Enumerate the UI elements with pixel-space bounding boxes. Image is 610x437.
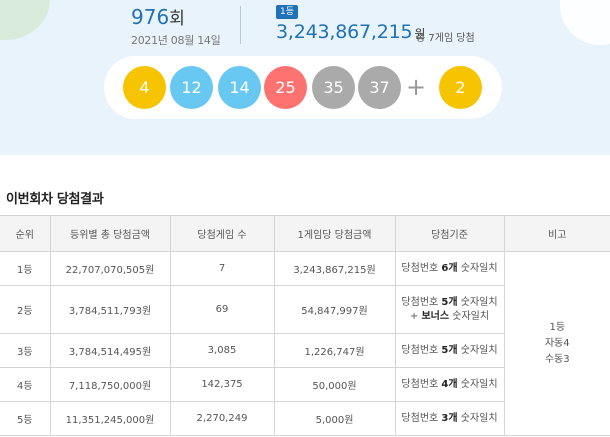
rank-cell: 4등: [0, 367, 51, 402]
total-prize-cell: 22,707,070,505원: [49, 251, 171, 286]
section-title: 이번회차 당첨결과: [6, 192, 104, 207]
plus-sign: +: [406, 73, 427, 101]
per-game-prize-cell: 50,000원: [273, 367, 396, 402]
per-game-prize-cell: 5,000원: [273, 401, 396, 436]
header-note: 비고: [503, 215, 610, 252]
criteria-text: 숫자일치: [457, 296, 498, 308]
winning-games-cell: 7: [169, 251, 275, 286]
header-winning-games: 당첨게임 수: [169, 215, 275, 252]
criteria-text: 숫자일치: [457, 262, 498, 274]
winning-ball-2: 12: [170, 66, 213, 109]
criteria-text: +: [409, 310, 422, 322]
winning-ball-6: 37: [358, 66, 401, 109]
winning-games-cell: 69: [169, 285, 275, 334]
round-number: 976: [131, 5, 170, 29]
header-total-prize: 등위별 총 당첨금액: [49, 215, 171, 252]
criteria-cell: 당첨번호 5개 숫자일치: [394, 333, 504, 368]
note-cell: 1등자동4 수동3: [503, 251, 610, 436]
criteria-text: 당첨번호: [401, 296, 442, 308]
winning-ball-4: 25: [264, 66, 307, 109]
first-prize-amount: 3,243,867,215: [276, 21, 413, 43]
total-prize-cell: 7,118,750,000원: [49, 367, 171, 402]
total-prize-cell: 3,784,511,793원: [49, 285, 171, 334]
bonus-ball: 2: [439, 66, 482, 109]
winning-ball-3: 14: [218, 66, 261, 109]
winning-games-cell: 2,270,249: [169, 401, 275, 436]
criteria-count: 5개: [441, 296, 458, 308]
per-game-prize-cell: 3,243,867,215원: [273, 251, 396, 286]
note-line: 1등: [549, 321, 566, 333]
criteria-text: 당첨번호: [401, 412, 442, 424]
criteria-cell: 당첨번호 4개 숫자일치: [394, 367, 504, 402]
first-prize: 3,243,867,215 원: [276, 21, 425, 43]
criteria-bonus: 보너스: [421, 310, 450, 322]
criteria-count: 5개: [441, 344, 458, 356]
total-prize-cell: 3,784,514,495원: [49, 333, 171, 368]
criteria-count: 4개: [441, 378, 458, 390]
criteria-text: 숫자일치: [457, 344, 498, 356]
per-game-prize-cell: 1,226,747원: [273, 333, 396, 368]
criteria-text: 당첨번호: [401, 378, 442, 390]
note-line: 수동3: [544, 353, 570, 365]
winning-numbers: 4 12 14 25 35 37 + 2: [104, 56, 502, 119]
header-criteria: 당첨기준: [394, 215, 505, 252]
per-game-prize-cell: 54,847,997원: [273, 285, 396, 334]
criteria-count: 6개: [441, 262, 458, 274]
winning-games-cell: 142,375: [169, 367, 275, 402]
first-prize-games: 총 7게임 당첨: [416, 33, 475, 44]
winning-games-cell: 3,085: [169, 333, 275, 368]
rank-cell: 3등: [0, 333, 51, 368]
criteria-count: 3개: [441, 412, 458, 424]
criteria-cell: 당첨번호 3개 숫자일치: [394, 401, 504, 436]
rank-cell: 2등: [0, 285, 51, 334]
rank-cell: 1등: [0, 251, 51, 286]
winning-ball-1: 4: [123, 66, 166, 109]
criteria-cell: 당첨번호 5개 숫자일치 + 보너스 숫자일치: [394, 285, 504, 334]
criteria-cell: 당첨번호 6개 숫자일치: [394, 251, 505, 286]
winning-ball-5: 35: [312, 66, 355, 109]
table-row: 1등 22,707,070,505원 7 3,243,867,215원 당첨번호…: [0, 251, 610, 436]
criteria-text: 숫자일치: [457, 378, 498, 390]
criteria-text: 당첨번호: [401, 344, 442, 356]
round-title: 976회: [131, 4, 185, 29]
draw-date: 2021년 08월 14일: [131, 34, 221, 47]
criteria-text: 숫자일치: [449, 310, 490, 322]
first-rank-badge: 1등: [276, 5, 298, 19]
header-rank: 순위: [0, 215, 51, 252]
divider: [240, 6, 241, 44]
total-prize-cell: 11,351,245,000원: [49, 401, 171, 436]
table-header-row: 순위 등위별 총 당첨금액 당첨게임 수 1게임당 당첨금액 당첨기준 비고: [0, 215, 610, 252]
results-table: 순위 등위별 총 당첨금액 당첨게임 수 1게임당 당첨금액 당첨기준 비고 1…: [0, 215, 610, 436]
header-per-game-prize: 1게임당 당첨금액: [273, 215, 396, 252]
rank-cell: 5등: [0, 401, 51, 436]
decorative-blob: [560, 0, 610, 45]
criteria-text: 숫자일치: [457, 412, 498, 424]
decorative-blob: [0, 0, 50, 40]
note-line: 자동4: [544, 337, 570, 349]
criteria-text: 당첨번호: [401, 262, 442, 274]
draw-summary-banner: 976회 2021년 08월 14일 1등 3,243,867,215 원 총 7…: [0, 0, 610, 155]
round-unit: 회: [169, 9, 185, 29]
